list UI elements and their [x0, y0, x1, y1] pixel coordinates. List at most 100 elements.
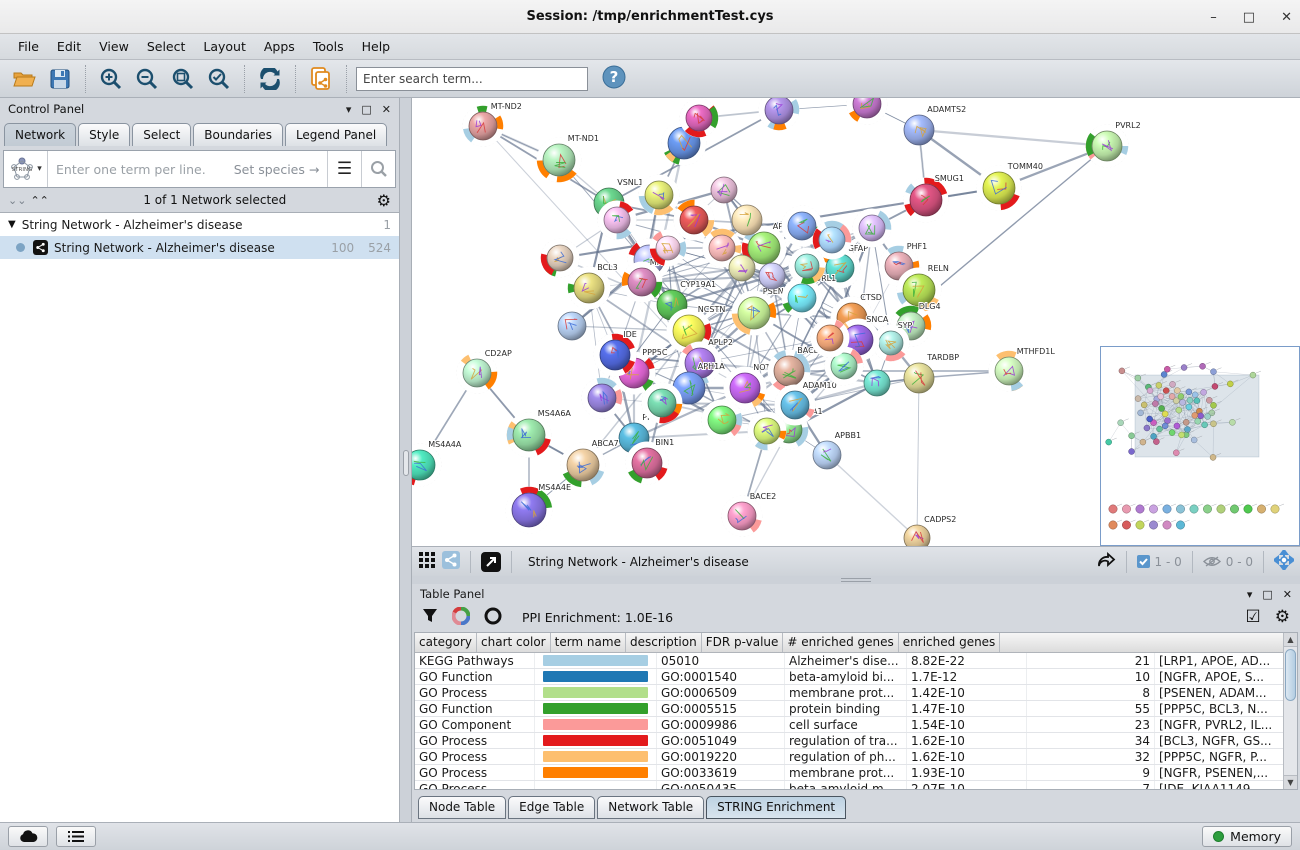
- table-scrollbar[interactable]: ▲ ▼: [1283, 633, 1297, 789]
- menu-item[interactable]: Edit: [49, 36, 89, 57]
- table-row[interactable]: GO Process GO:0006509 membrane prot... 1…: [415, 685, 1297, 701]
- table-row[interactable]: GO Process GO:0019220 regulation of ph..…: [415, 749, 1297, 765]
- panel-float-icon[interactable]: □: [361, 103, 371, 116]
- memory-button[interactable]: Memory: [1202, 826, 1292, 847]
- table-tab[interactable]: Network Table: [597, 796, 704, 819]
- svg-text:CYP19A1: CYP19A1: [680, 280, 716, 289]
- table-row[interactable]: KEGG Pathways 05010 Alzheimer's dise... …: [415, 653, 1297, 669]
- control-panel-tab[interactable]: Network: [4, 123, 76, 146]
- table-row[interactable]: GO Process GO:0051049 regulation of tra.…: [415, 733, 1297, 749]
- task-list-icon[interactable]: [56, 826, 96, 847]
- panel-menu-icon[interactable]: ▾: [1247, 588, 1253, 601]
- string-options-icon[interactable]: ☰: [327, 151, 361, 187]
- network-collection-row[interactable]: ▼ String Network - Alzheimer's disease 1: [0, 213, 399, 236]
- table-tab[interactable]: Edge Table: [508, 796, 595, 819]
- pie-chart-icon[interactable]: [452, 607, 470, 628]
- network-share-icon[interactable]: [305, 64, 337, 94]
- pan-navigate-icon[interactable]: [1274, 550, 1294, 573]
- expand-all-icon[interactable]: ⌃⌃: [30, 194, 48, 207]
- panel-menu-icon[interactable]: ▾: [346, 103, 352, 116]
- column-header[interactable]: FDR p-value: [702, 633, 784, 652]
- control-panel-tab[interactable]: Boundaries: [193, 123, 283, 146]
- table-settings-gear-icon[interactable]: ⚙: [1275, 607, 1290, 627]
- zoom-in-icon[interactable]: [95, 64, 127, 94]
- ppi-enrichment-label: PPI Enrichment: 1.0E-16: [522, 610, 673, 625]
- network-selector-bar: ⌄⌄ ⌃⌃ 1 of 1 Network selected ⚙: [0, 188, 399, 212]
- open-session-icon[interactable]: [8, 64, 40, 94]
- hidden-eye-icon[interactable]: [1203, 555, 1221, 568]
- refresh-icon[interactable]: [254, 64, 286, 94]
- scroll-up-icon[interactable]: ▲: [1284, 633, 1297, 647]
- panel-close-icon[interactable]: ✕: [1283, 588, 1292, 601]
- set-species-label[interactable]: Set species →: [234, 162, 320, 177]
- network-row[interactable]: String Network - Alzheimer's disease 100…: [0, 236, 399, 259]
- control-panel-tab[interactable]: Legend Panel: [285, 123, 387, 146]
- selected-checkbox-icon[interactable]: [1137, 555, 1150, 568]
- network-overview[interactable]: [1100, 346, 1300, 546]
- svg-text:VSNL1: VSNL1: [617, 178, 643, 187]
- menu-item[interactable]: Help: [354, 36, 399, 57]
- column-header[interactable]: description: [626, 633, 702, 652]
- export-network-icon[interactable]: [1096, 551, 1116, 572]
- panel-float-icon[interactable]: □: [1262, 588, 1272, 601]
- panel-splitter[interactable]: [400, 98, 412, 822]
- splitter-grip[interactable]: [841, 578, 871, 582]
- table-splitter[interactable]: [412, 576, 1300, 584]
- splitter-grip[interactable]: [403, 450, 409, 476]
- scroll-down-icon[interactable]: ▼: [1284, 775, 1297, 789]
- minimize-button[interactable]: –: [1210, 10, 1217, 25]
- menu-item[interactable]: Apps: [256, 36, 303, 57]
- network-options-gear-icon[interactable]: ⚙: [377, 191, 391, 210]
- panel-close-icon[interactable]: ✕: [382, 103, 391, 116]
- grid-view-icon[interactable]: [418, 551, 436, 572]
- table-row[interactable]: GO Process GO:0033619 membrane prot... 1…: [415, 765, 1297, 781]
- menu-item[interactable]: File: [10, 36, 47, 57]
- zoom-selected-icon[interactable]: [203, 64, 235, 94]
- svg-text:CTSD: CTSD: [860, 293, 882, 302]
- column-header[interactable]: chart color: [477, 633, 551, 652]
- control-panel-tab[interactable]: Select: [132, 123, 191, 146]
- collapse-all-icon[interactable]: ⌄⌄: [8, 194, 26, 207]
- menu-item[interactable]: Layout: [195, 36, 254, 57]
- control-panel-tab[interactable]: Style: [78, 123, 130, 146]
- zoom-fit-icon[interactable]: [167, 64, 199, 94]
- scrollbar-thumb[interactable]: [1285, 649, 1296, 701]
- maximize-button[interactable]: □: [1243, 10, 1255, 25]
- column-header[interactable]: enriched genes: [899, 633, 1001, 652]
- column-header[interactable]: # enriched genes: [783, 633, 898, 652]
- chevron-down-icon: ▾: [37, 164, 42, 174]
- ring-chart-icon[interactable]: [484, 607, 502, 628]
- network-overview-graph: [1101, 347, 1299, 545]
- select-columns-icon[interactable]: ☑: [1246, 607, 1261, 627]
- help-icon[interactable]: ?: [602, 65, 626, 92]
- cloud-icon[interactable]: [8, 826, 48, 847]
- string-query-input[interactable]: Enter one term per line. Set species →: [48, 162, 327, 177]
- string-logo-icon[interactable]: STRING ▾: [4, 151, 48, 187]
- svg-text:CADPS2: CADPS2: [924, 515, 956, 524]
- table-tab[interactable]: STRING Enrichment: [706, 796, 846, 819]
- toolbar-separator: [85, 65, 86, 93]
- search-input[interactable]: [356, 67, 588, 91]
- share-view-icon[interactable]: [442, 551, 460, 572]
- close-button[interactable]: ✕: [1281, 10, 1292, 25]
- chart-color-swatch: [543, 671, 648, 682]
- menu-item[interactable]: Tools: [305, 36, 352, 57]
- column-header[interactable]: category: [415, 633, 477, 652]
- save-session-icon[interactable]: [44, 64, 76, 94]
- open-external-icon[interactable]: [481, 552, 501, 572]
- column-header[interactable]: term name: [551, 633, 626, 652]
- table-row[interactable]: GO Component GO:0009986 cell surface 1.5…: [415, 717, 1297, 733]
- table-row[interactable]: GO Function GO:0005515 protein binding 1…: [415, 701, 1297, 717]
- menu-item[interactable]: View: [91, 36, 137, 57]
- svg-text:BIN1: BIN1: [655, 438, 674, 447]
- svg-text:?: ?: [610, 68, 619, 86]
- table-row[interactable]: GO Function GO:0001540 beta-amyloid bi..…: [415, 669, 1297, 685]
- network-canvas[interactable]: MT-ND2MT-ND1VSNL1GAB2ADAMTS2PVRL2TOMM40S…: [412, 98, 1300, 546]
- table-tab[interactable]: Node Table: [418, 796, 506, 819]
- collapse-triangle-icon[interactable]: ▼: [8, 219, 16, 230]
- menu-item[interactable]: Select: [139, 36, 194, 57]
- table-row[interactable]: GO Process GO:0050435 beta-amyloid m... …: [415, 781, 1297, 790]
- zoom-out-icon[interactable]: [131, 64, 163, 94]
- string-search-icon[interactable]: [361, 151, 395, 187]
- filter-icon[interactable]: [422, 608, 438, 627]
